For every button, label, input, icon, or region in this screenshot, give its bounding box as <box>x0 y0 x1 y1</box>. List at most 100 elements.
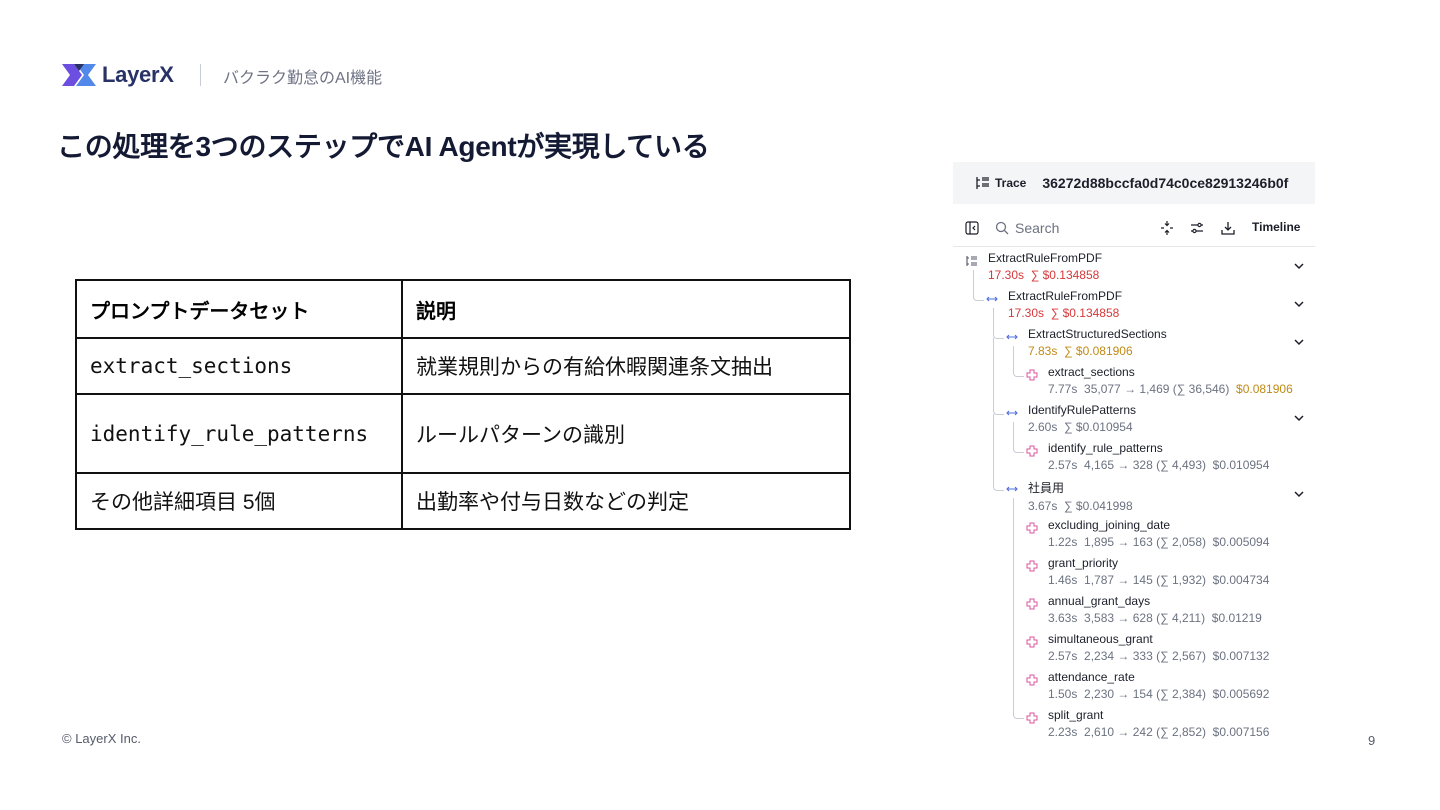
node-duration: 3.63s <box>1048 611 1078 625</box>
node-name: simultaneous_grant <box>1048 632 1153 646</box>
generation-icon <box>1026 674 1038 686</box>
trace-node[interactable]: ExtractStructuredSections 7.83s ∑ $0.081… <box>1028 327 1167 358</box>
node-total-cost: ∑ $0.134858 <box>1050 306 1120 320</box>
trace-node[interactable]: ExtractRuleFromPDF 17.30s ∑ $0.134858 <box>1008 289 1122 320</box>
chevron-down-icon[interactable] <box>1293 260 1305 272</box>
node-duration: 2.57s <box>1048 458 1078 472</box>
header-divider <box>200 64 201 86</box>
node-cost: $0.007156 <box>1212 725 1270 739</box>
node-total-cost: ∑ $0.041998 <box>1064 499 1133 513</box>
page-number: 9 <box>1368 733 1376 748</box>
node-name: ExtractRuleFromPDF <box>988 251 1103 265</box>
node-duration: 3.67s <box>1028 499 1058 513</box>
table-row: extract_sections 就業規則からの有給休暇関連条文抽出 <box>75 337 851 395</box>
node-total-cost: ∑ $0.081906 <box>1064 344 1133 358</box>
trace-node[interactable]: extract_sections 7.77s 35,077 → 1,469 (∑… <box>1048 365 1293 396</box>
node-cost: $0.007132 <box>1212 649 1270 663</box>
tree-guide-line <box>1013 498 1024 719</box>
search-input[interactable] <box>1015 220 1135 236</box>
table-header-row: プロンプトデータセット 説明 <box>75 279 851 339</box>
chevron-down-icon[interactable] <box>1293 412 1305 424</box>
node-duration: 17.30s <box>1008 306 1045 320</box>
node-name: annual_grant_days <box>1048 594 1151 608</box>
node-total-cost: ∑ $0.134858 <box>1030 268 1100 282</box>
chevron-down-icon[interactable] <box>1293 488 1305 500</box>
trace-header: Trace 36272d88bccfa0d74c0ce82913246b0f <box>953 162 1315 204</box>
filter-settings-icon[interactable] <box>1189 220 1205 236</box>
node-tokens: 3,583 → 628 (∑ 4,211) <box>1084 611 1206 625</box>
tree-guide-line <box>993 308 1004 339</box>
node-cost: $0.005692 <box>1212 687 1270 701</box>
tree-guide-line <box>993 338 1004 415</box>
timeline-toggle[interactable]: Timeline <box>1252 220 1300 234</box>
span-icon <box>986 296 998 302</box>
collapse-panel-icon[interactable] <box>965 221 979 235</box>
node-duration: 1.46s <box>1048 573 1078 587</box>
dataset-name-cell: extract_sections <box>75 337 403 395</box>
trace-toolbar: Timeline <box>953 210 1315 247</box>
node-duration: 2.57s <box>1048 649 1078 663</box>
node-name: identify_rule_patterns <box>1048 441 1163 455</box>
node-cost: $0.004734 <box>1212 573 1270 587</box>
trace-tree: ExtractRuleFromPDF 17.30s ∑ $0.134858 Ex… <box>953 246 1315 746</box>
node-cost: $0.081906 <box>1236 382 1293 396</box>
node-name: ExtractRuleFromPDF <box>1008 289 1123 303</box>
generation-icon <box>1026 636 1038 648</box>
trace-id[interactable]: 36272d88bccfa0d74c0ce82913246b0f <box>1042 175 1288 191</box>
node-name: 社員用 <box>1028 481 1065 495</box>
node-duration: 1.50s <box>1048 687 1078 701</box>
node-tokens: 2,610 → 242 (∑ 2,852) <box>1084 725 1206 739</box>
brand-name: LayerX <box>102 62 174 87</box>
trace-node[interactable]: annual_grant_days 3.63s 3,583 → 628 (∑ 4… <box>1048 594 1262 625</box>
trace-node[interactable]: 社員用 3.67s ∑ $0.041998 <box>1028 479 1133 513</box>
node-tokens: 2,230 → 154 (∑ 2,384) <box>1084 687 1206 701</box>
node-name: ExtractStructuredSections <box>1028 327 1167 341</box>
trace-node[interactable]: grant_priority 1.46s 1,787 → 145 (∑ 1,93… <box>1048 556 1269 587</box>
table-row: その他詳細項目 5個 出勤率や付与日数などの判定 <box>75 472 851 530</box>
trace-tree-icon <box>966 256 977 266</box>
chevron-down-icon[interactable] <box>1293 336 1305 348</box>
layerx-logo-icon <box>62 64 96 86</box>
node-name: excluding_joining_date <box>1048 518 1171 532</box>
node-name: attendance_rate <box>1048 670 1135 684</box>
trace-node[interactable]: attendance_rate 1.50s 2,230 → 154 (∑ 2,3… <box>1048 670 1269 701</box>
node-tokens: 2,234 → 333 (∑ 2,567) <box>1084 649 1206 663</box>
node-cost: $0.01219 <box>1211 611 1262 625</box>
tree-guide-line <box>993 414 1004 491</box>
trace-tree-icon <box>976 177 989 189</box>
column-header-dataset: プロンプトデータセット <box>75 279 403 339</box>
node-duration: 17.30s <box>988 268 1025 282</box>
trace-node[interactable]: simultaneous_grant 2.57s 2,234 → 333 (∑ … <box>1048 632 1269 663</box>
span-icon <box>1006 334 1018 340</box>
tree-guide-line <box>1013 422 1024 453</box>
node-name: IdentifyRulePatterns <box>1028 403 1137 417</box>
collapse-all-icon[interactable] <box>1159 220 1175 236</box>
trace-node[interactable]: IdentifyRulePatterns 2.60s ∑ $0.010954 <box>1028 403 1136 434</box>
trace-node[interactable]: split_grant 2.23s 2,610 → 242 (∑ 2,852) … <box>1048 708 1269 739</box>
trace-label: Trace <box>995 176 1027 190</box>
trace-node[interactable]: excluding_joining_date 1.22s 1,895 → 163… <box>1048 518 1269 549</box>
span-icon <box>1006 486 1018 492</box>
node-total-cost: ∑ $0.010954 <box>1064 420 1133 434</box>
trace-node[interactable]: ExtractRuleFromPDF 17.30s ∑ $0.134858 <box>988 251 1102 282</box>
generation-icon <box>1026 598 1038 610</box>
node-cost: $0.005094 <box>1212 535 1270 549</box>
page-subtitle: バクラク勤怠のAI機能 <box>223 70 383 87</box>
generation-icon <box>1026 522 1038 534</box>
trace-node[interactable]: identify_rule_patterns 2.57s 4,165 → 328… <box>1048 441 1269 472</box>
generation-icon <box>1026 560 1038 572</box>
node-duration: 2.23s <box>1048 725 1078 739</box>
tree-guide-line <box>1013 346 1024 377</box>
node-duration: 7.77s <box>1048 382 1078 396</box>
column-header-description: 説明 <box>401 279 851 339</box>
page-title: この処理を3つのステップでAI Agentが実現している <box>57 131 710 162</box>
node-name: extract_sections <box>1048 365 1135 379</box>
prompt-dataset-table: プロンプトデータセット 説明 extract_sections 就業規則からの有… <box>75 279 851 530</box>
download-icon[interactable] <box>1220 220 1236 236</box>
node-tokens: 4,165 → 328 (∑ 4,493) <box>1084 458 1206 472</box>
node-tokens: 1,895 → 163 (∑ 2,058) <box>1084 535 1206 549</box>
copyright-text: © LayerX Inc. <box>62 731 141 746</box>
chevron-down-icon[interactable] <box>1293 298 1305 310</box>
generation-icon <box>1026 369 1038 381</box>
node-cost: $0.010954 <box>1212 458 1270 472</box>
